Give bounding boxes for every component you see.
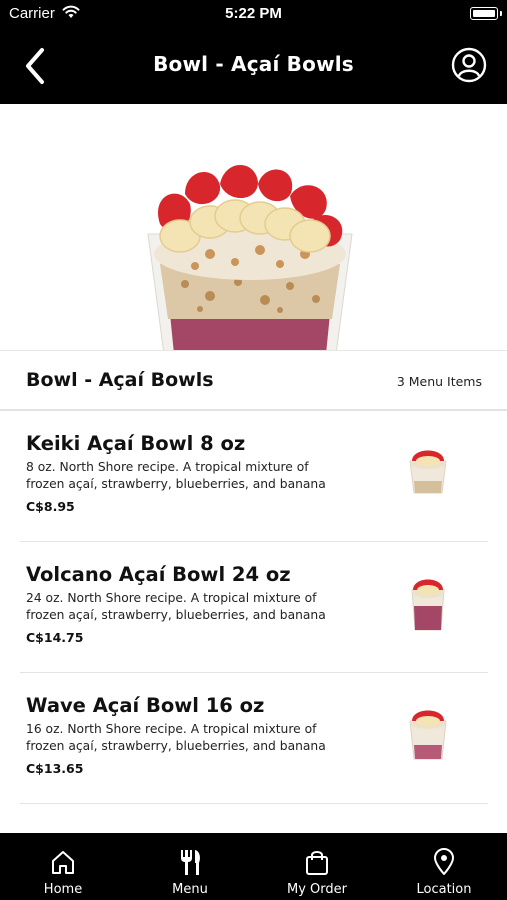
- menu-item[interactable]: Volcano Açaí Bowl 24 oz 24 oz. North Sho…: [20, 542, 488, 673]
- tab-label: My Order: [287, 882, 347, 897]
- item-price: C$8.95: [26, 499, 75, 514]
- tab-label: Location: [416, 882, 472, 897]
- clock: 5:22 PM: [225, 5, 282, 22]
- tab-menu[interactable]: Menu: [127, 833, 253, 900]
- menu-item[interactable]: Keiki Açaí Bowl 8 oz 8 oz. North Shore r…: [20, 411, 488, 542]
- map-pin-icon: [434, 848, 454, 875]
- item-thumbnail: [409, 450, 447, 494]
- category-title: Bowl - Açaí Bowls: [26, 369, 214, 391]
- shopping-bag-icon: [306, 851, 328, 875]
- item-description: 8 oz. North Shore recipe. A tropical mix…: [26, 460, 326, 491]
- item-name: Keiki Açaí Bowl 8 oz: [26, 432, 246, 455]
- acai-bowl-image: [147, 164, 353, 350]
- tab-label: Menu: [172, 882, 208, 897]
- tab-home[interactable]: Home: [0, 833, 126, 900]
- item-description: 16 oz. North Shore recipe. A tropical mi…: [26, 722, 326, 753]
- item-description: 24 oz. North Shore recipe. A tropical mi…: [26, 591, 326, 622]
- fork-knife-icon: [181, 850, 200, 875]
- item-thumbnail: [411, 579, 445, 631]
- menu-item[interactable]: Wave Açaí Bowl 16 oz 16 oz. North Shore …: [20, 673, 488, 804]
- tab-bar: Home Menu My Order Location: [0, 833, 507, 900]
- home-icon: [52, 851, 74, 874]
- top-bar: Carrier 5:22 PM Bowl - Açaí Bowls: [0, 0, 507, 104]
- category-header: Bowl - Açaí Bowls 3 Menu Items: [0, 350, 507, 411]
- page-title: Bowl - Açaí Bowls: [153, 52, 354, 76]
- tab-location[interactable]: Location: [381, 833, 507, 900]
- category-hero-image: [0, 104, 507, 350]
- item-price: C$14.75: [26, 630, 84, 645]
- battery-icon: [470, 7, 502, 20]
- menu-item-count: 3 Menu Items: [396, 374, 482, 389]
- item-name: Volcano Açaí Bowl 24 oz: [26, 563, 291, 586]
- item-price: C$13.65: [26, 761, 84, 776]
- user-circle-icon[interactable]: [451, 47, 487, 83]
- item-name: Wave Açaí Bowl 16 oz: [26, 694, 265, 717]
- tab-my-order[interactable]: My Order: [254, 833, 380, 900]
- item-thumbnail: [409, 710, 447, 760]
- status-bar: Carrier 5:22 PM: [0, 0, 507, 28]
- tab-label: Home: [43, 882, 83, 897]
